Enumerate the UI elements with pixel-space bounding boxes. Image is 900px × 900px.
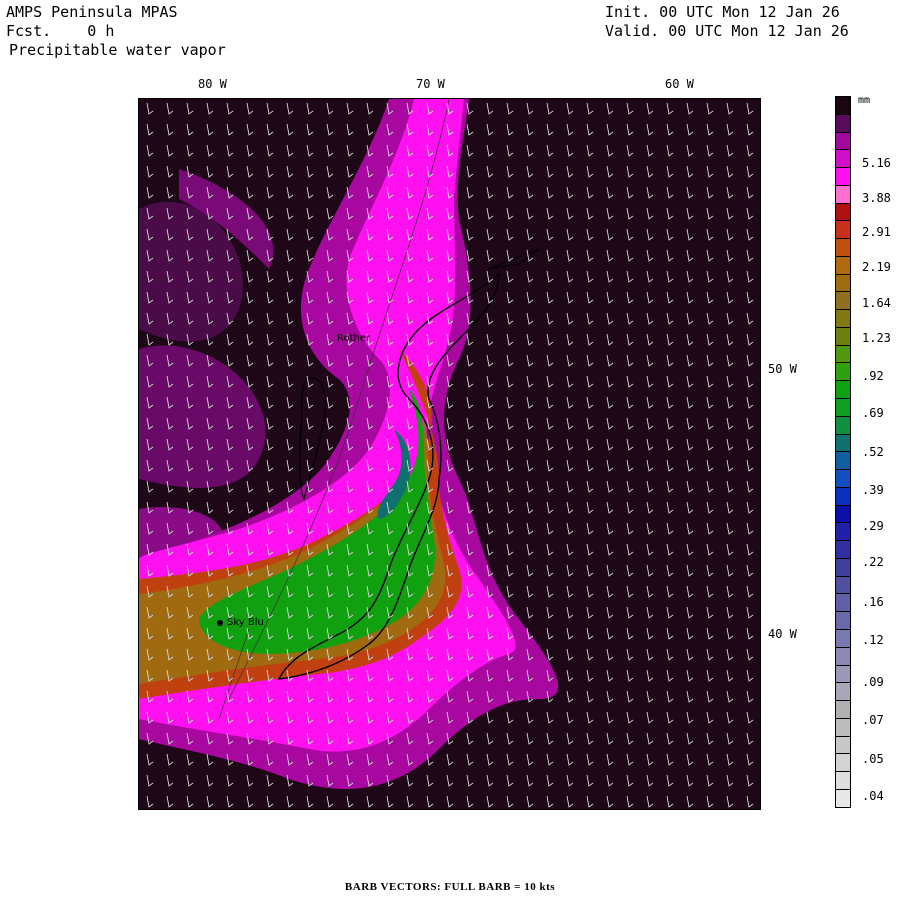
colorbar-unit: mm (858, 95, 871, 106)
colorbar-cell (835, 557, 851, 577)
colorbar-cell (835, 96, 851, 115)
model-title: AMPS Peninsula MPAS (6, 3, 178, 21)
colorbar-cell (835, 646, 851, 666)
lat-label-50w: 50 W (768, 362, 797, 376)
colorbar-label: .04 (862, 789, 884, 803)
forecast-hour: Fcst. 0 h (6, 22, 115, 40)
colorbar-label: .39 (862, 483, 884, 497)
lon-label-70w: 70 W (416, 77, 445, 91)
colorbar (835, 96, 851, 808)
lat-label-40w: 40 W (768, 627, 797, 641)
colorbar-cell (835, 202, 851, 222)
colorbar-cell (835, 113, 851, 133)
colorbar-cell (835, 788, 851, 808)
colorbar-cell (835, 451, 851, 471)
colorbar-cell (835, 184, 851, 204)
colorbar-cell (835, 344, 851, 364)
wind-barbs (139, 99, 760, 809)
colorbar-label: 1.64 (862, 296, 891, 310)
colorbar-label: .92 (862, 369, 884, 383)
colorbar-cell (835, 522, 851, 542)
map-field (139, 99, 760, 809)
colorbar-cell (835, 309, 851, 328)
colorbar-label: 1.23 (862, 331, 891, 345)
colorbar-cell (835, 628, 851, 648)
colorbar-cell (835, 735, 851, 755)
colorbar-cell (835, 593, 851, 613)
colorbar-cell (835, 540, 851, 559)
colorbar-label: .29 (862, 519, 884, 533)
colorbar-label: 2.19 (862, 260, 891, 274)
colorbar-cell (835, 220, 851, 240)
lon-label-80w: 80 W (198, 77, 227, 91)
colorbar-cell (835, 398, 851, 417)
station-label-sky-blu: Sky Blu (227, 617, 264, 628)
colorbar-cell (835, 504, 851, 524)
colorbar-label: .16 (862, 595, 884, 609)
colorbar-cell (835, 700, 851, 719)
colorbar-cell (835, 469, 851, 488)
colorbar-label: 5.16 (862, 156, 891, 170)
colorbar-cell (835, 433, 851, 453)
station-marker-sky-blu (217, 620, 223, 626)
colorbar-cell (835, 131, 851, 151)
colorbar-label: .07 (862, 713, 884, 727)
colorbar-cell (835, 664, 851, 684)
colorbar-label: 2.91 (862, 225, 891, 239)
init-time: Init. 00 UTC Mon 12 Jan 26 (605, 3, 840, 21)
colorbar-cell (835, 682, 851, 702)
colorbar-label: .52 (862, 445, 884, 459)
colorbar-cell (835, 717, 851, 737)
colorbar-label: .09 (862, 675, 884, 689)
lon-label-60w: 60 W (665, 77, 694, 91)
colorbar-cell (835, 255, 851, 275)
station-label-rothera: Rother (337, 333, 371, 344)
colorbar-cell (835, 771, 851, 790)
colorbar-label: .69 (862, 406, 884, 420)
colorbar-cell (835, 486, 851, 506)
barb-legend: BARB VECTORS: FULL BARB = 10 kts (344, 881, 556, 893)
colorbar-cell (835, 415, 851, 435)
colorbar-cell (835, 611, 851, 630)
colorbar-cell (835, 238, 851, 257)
valid-time: Valid. 00 UTC Mon 12 Jan 26 (605, 22, 849, 40)
colorbar-cell (835, 575, 851, 595)
field-name: Precipitable water vapor (9, 41, 226, 59)
colorbar-cell (835, 273, 851, 293)
colorbar-label: .12 (862, 633, 884, 647)
colorbar-cell (835, 326, 851, 346)
colorbar-label: 3.88 (862, 191, 891, 205)
colorbar-cell (835, 149, 851, 169)
colorbar-cell (835, 362, 851, 382)
colorbar-label: .05 (862, 752, 884, 766)
colorbar-cell (835, 380, 851, 400)
colorbar-cell (835, 291, 851, 311)
colorbar-label: .22 (862, 555, 884, 569)
pwv-map: Rother Sky Blu (138, 98, 761, 810)
colorbar-cell (835, 167, 851, 186)
colorbar-cell (835, 753, 851, 773)
